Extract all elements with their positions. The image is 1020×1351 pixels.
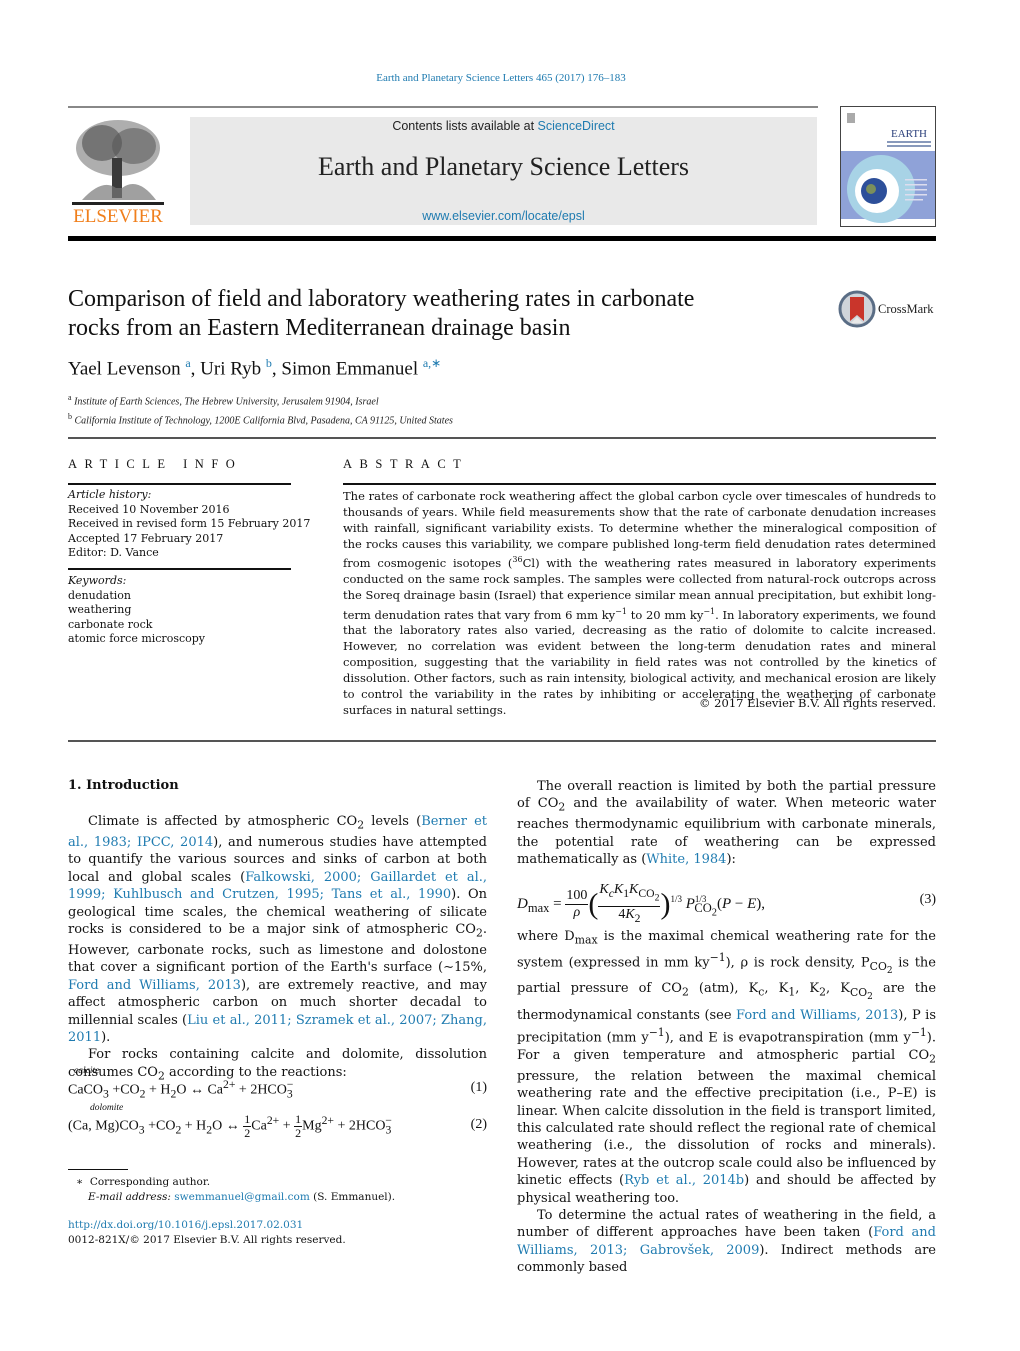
contents-line: Contents lists available at ScienceDirec… [190, 119, 817, 133]
journal-cover-icon: EARTH [841, 107, 935, 226]
article-title: Comparison of field and laboratory weath… [68, 285, 828, 343]
abstract-text: The rates of carbonate rock weathering a… [343, 489, 937, 717]
section-rule [68, 437, 936, 439]
history-item: Editor: D. Vance [68, 546, 159, 559]
cover-title: EARTH [891, 128, 927, 140]
author-affiliation-marker[interactable]: b [266, 356, 272, 370]
paragraph: where Dmax is the maximal chemical weath… [517, 929, 937, 1206]
author-name[interactable]: Simon Emmanuel [281, 358, 418, 379]
affiliations: a Institute of Earth Sciences, The Hebre… [68, 391, 453, 429]
keyword-item: atomic force microscopy [68, 632, 206, 645]
email-note: E-mail address: swemmanuel@gmail.com (S.… [88, 1191, 396, 1203]
keywords: Keywords: denudation weathering carbonat… [68, 574, 205, 647]
citation-link[interactable]: Ford and Williams, 2013 [736, 1008, 898, 1023]
crossmark-button[interactable]: CrossMark [838, 290, 948, 330]
history-item: Received 10 November 2016 [68, 502, 230, 516]
affiliation-item: a Institute of Earth Sciences, The Hebre… [68, 393, 379, 408]
author-affiliation-marker[interactable]: a [185, 356, 190, 370]
email-link[interactable]: swemmanuel@gmail.com [174, 1191, 310, 1203]
doi-link[interactable]: http://dx.doi.org/10.1016/j.epsl.2017.02… [68, 1219, 303, 1231]
equation-body: Dmax = 100 ρ(KcK1KCO2 4K2)1/3 P1/3CO2(P − … [517, 882, 766, 925]
sciencedirect-link[interactable]: ScienceDirect [538, 119, 615, 133]
equation-1: calcite CaCO3 +CO2 + H2O ↔ Ca2+ + 2HCO3−… [68, 1066, 487, 1100]
footnote: ∗ Corresponding author. E-mail address: … [76, 1175, 395, 1205]
masthead-rule [68, 236, 936, 241]
intro-right-column-bottom: where Dmax is the maximal chemical weath… [517, 928, 936, 1277]
article-info-rule [68, 483, 291, 485]
corresponding-author-note: ∗ Corresponding author. [76, 1176, 211, 1188]
journal-url-link[interactable]: www.elsevier.com/locate/epsl [190, 209, 817, 223]
history-item: Accepted 17 February 2017 [68, 531, 224, 545]
history-label: Article history: [68, 488, 152, 501]
article-history: Article history: Received 10 November 20… [68, 488, 310, 561]
author-list: Yael Levenson a, Uri Ryb b, Simon Emmanu… [68, 356, 442, 380]
article-info-rule [68, 568, 291, 570]
crossmark-label: CrossMark [878, 302, 934, 316]
keywords-label: Keywords: [68, 574, 127, 587]
equation-body: CaCO3 +CO2 + H2O ↔ Ca2+ + 2HCO3− [68, 1078, 294, 1101]
history-item: Received in revised form 15 February 201… [68, 517, 311, 530]
header-rule [68, 106, 818, 108]
article-info-heading: ARTICLE INFO [68, 457, 243, 471]
elsevier-wordmark: ELSEVIER [73, 206, 163, 227]
keyword-item: carbonate rock [68, 617, 153, 631]
author-name[interactable]: Uri Ryb [200, 358, 261, 379]
section-heading-introduction: 1. Introduction [68, 778, 179, 793]
abstract-rule [343, 483, 936, 485]
journal-cover-thumbnail[interactable]: EARTH [840, 106, 936, 227]
paragraph: To determine the actual rates of weather… [517, 1208, 937, 1276]
intro-right-column-top: The overall reaction is limited by both … [517, 778, 936, 869]
equation-number: (2) [470, 1117, 487, 1132]
equation-annotation: dolomite [90, 1103, 124, 1113]
contents-prefix: Contents lists available at [392, 119, 538, 133]
article-title-line-1: Comparison of field and laboratory weath… [68, 286, 695, 312]
elsevier-logo[interactable]: ELSEVIER [68, 118, 168, 228]
crossmark-icon [838, 290, 876, 328]
journal-masthead: Contents lists available at ScienceDirec… [190, 117, 817, 225]
doi-block: http://dx.doi.org/10.1016/j.epsl.2017.02… [68, 1218, 346, 1248]
article-title-line-2: rocks from an Eastern Mediterranean drai… [68, 315, 571, 341]
journal-title: Earth and Planetary Science Letters [317, 152, 690, 181]
abstract-copyright: © 2017 Elsevier B.V. All rights reserved… [699, 696, 936, 710]
equation-body: (Ca, Mg)CO3 +CO2 + H2O ↔ 1 2 Ca2+ + 1 2 Mg2+… [68, 1112, 392, 1140]
abstract-heading: ABSTRACT [343, 457, 469, 471]
equation-2: dolomite (Ca, Mg)CO3 +CO2 + H2O ↔ 1 2 Ca2+… [68, 1103, 487, 1147]
issn-copyright: 0012-821X/© 2017 Elsevier B.V. All right… [68, 1234, 346, 1246]
citation-link[interactable]: White, 1984 [646, 852, 726, 867]
paragraph: The overall reaction is limited by both … [517, 779, 936, 868]
intro-left-column: Climate is affected by atmospheric CO2 l… [68, 813, 487, 1085]
keyword-item: weathering [68, 603, 132, 616]
author-affiliation-marker[interactable]: a,∗ [423, 356, 441, 370]
footnote-rule [68, 1169, 128, 1170]
equation-number: (1) [470, 1080, 487, 1095]
paragraph: Climate is affected by atmospheric CO2 l… [68, 814, 488, 1046]
equation-number: (3) [919, 892, 936, 907]
citation-link[interactable]: Ryb et al., 2014b [624, 1173, 744, 1188]
author-name[interactable]: Yael Levenson [68, 358, 181, 379]
citation-link[interactable]: Ford and Williams, 2013 [68, 978, 241, 993]
equation-annotation: calcite [74, 1066, 100, 1076]
affiliation-item: b California Institute of Technology, 12… [68, 411, 453, 427]
equation-3: Dmax = 100 ρ(KcK1KCO2 4K2)1/3 P1/3CO2(P − … [517, 872, 936, 928]
elsevier-tree-icon [72, 120, 164, 205]
journal-reference-link[interactable]: Earth and Planetary Science Letters 465 … [0, 72, 1002, 84]
section-rule [68, 740, 936, 742]
keyword-item: denudation [68, 588, 131, 602]
